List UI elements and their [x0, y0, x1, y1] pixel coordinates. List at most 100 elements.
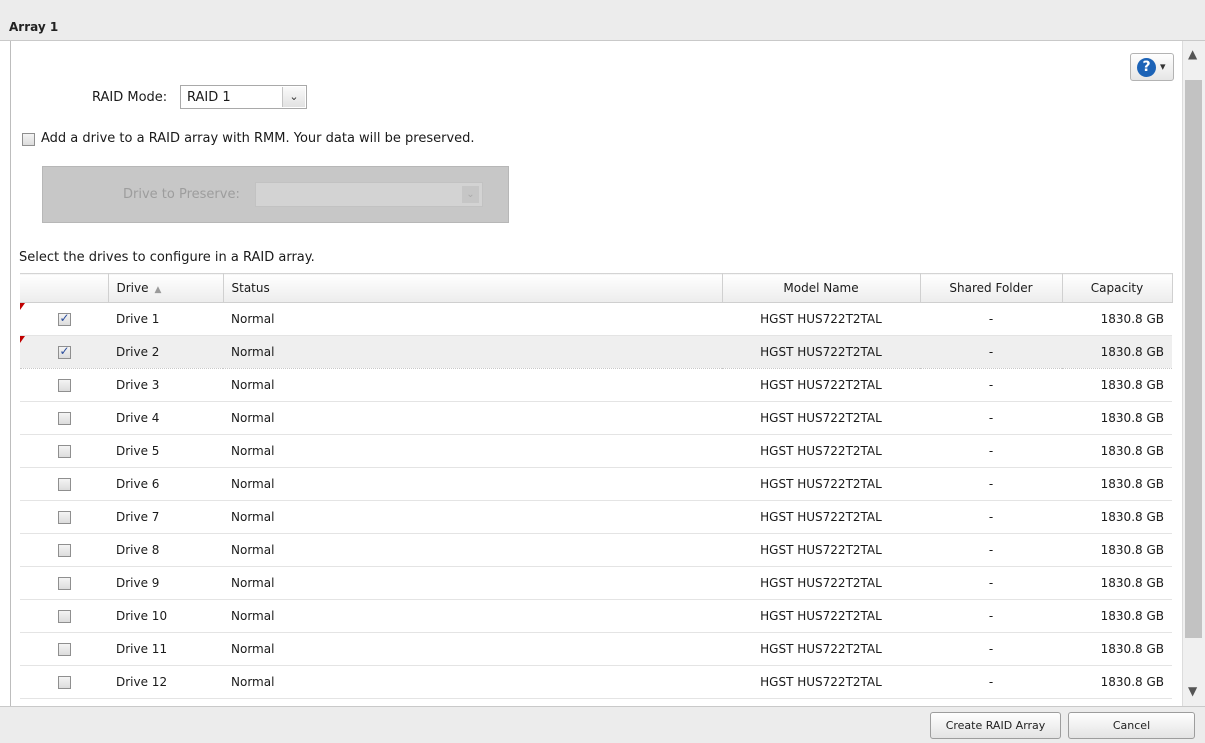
drive-checkbox[interactable]	[57, 643, 71, 656]
column-header-status[interactable]: Status	[223, 273, 723, 303]
rmm-checkbox[interactable]	[22, 133, 35, 146]
table-row[interactable]: Drive 2NormalHGST HUS722T2TAL-1830.8 GB	[20, 335, 1172, 369]
vertical-scrollbar[interactable]: ▲ ▼	[1182, 41, 1205, 706]
drive-checkbox[interactable]	[57, 511, 71, 524]
dialog-title: Array 1	[9, 20, 59, 34]
column-header-shared-folder-label: Shared Folder	[949, 281, 1033, 295]
column-header-status-label: Status	[231, 281, 270, 295]
drive-checkbox[interactable]	[57, 445, 71, 458]
model-cell: HGST HUS722T2TAL	[722, 467, 920, 501]
model-cell: HGST HUS722T2TAL	[722, 368, 920, 402]
drive-checkbox[interactable]	[57, 676, 71, 689]
shared-folder-cell: -	[920, 368, 1062, 402]
row-select-cell	[20, 467, 108, 501]
row-select-cell	[20, 632, 108, 666]
drive-cell: Drive 12	[108, 665, 223, 699]
cancel-button[interactable]: Cancel	[1068, 712, 1195, 739]
help-button[interactable]: ? ▾	[1130, 53, 1174, 81]
table-row[interactable]: Drive 3 Normal HGST HUS722T2TAL -1830.8 GB	[20, 368, 1172, 402]
drive-checkbox[interactable]	[57, 379, 71, 392]
shared-folder-cell: -	[920, 533, 1062, 567]
drive-checkbox[interactable]	[57, 610, 71, 623]
capacity-cell: 1830.8 GB	[1062, 368, 1172, 402]
raid-mode-label: RAID Mode:	[92, 90, 168, 105]
table-row[interactable]: Drive 10 Normal HGST HUS722T2TAL -1830.8 GB	[20, 599, 1172, 633]
table-row[interactable]: Drive 5 Normal HGST HUS722T2TAL -1830.8 GB	[20, 434, 1172, 468]
shared-folder-cell: -	[920, 434, 1062, 468]
status-cell: Normal	[223, 368, 722, 402]
dialog-footer: Create RAID Array Cancel	[0, 706, 1205, 743]
drive-checkbox[interactable]	[57, 412, 71, 425]
capacity-cell: 1830.8 GB	[1062, 335, 1172, 369]
chevron-down-icon: ⌄	[462, 186, 479, 203]
chevron-down-icon: ▾	[1160, 60, 1166, 73]
array-dialog: Array 1 ? ▾ RAID Mode: RAID 1 ⌄ Add a dr…	[0, 0, 1205, 743]
drive-checkbox[interactable]	[57, 478, 71, 491]
table-row[interactable]: Drive 4 Normal HGST HUS722T2TAL -1830.8 GB	[20, 401, 1172, 435]
column-header-shared-folder[interactable]: Shared Folder	[920, 273, 1063, 303]
column-header-select	[20, 273, 109, 303]
capacity-cell: 1830.8 GB	[1062, 500, 1172, 534]
drive-cell: Drive 10	[108, 599, 223, 633]
table-row[interactable]: Drive 12 Normal HGST HUS722T2TAL -1830.8 GB	[20, 665, 1172, 699]
drive-cell: Drive 1	[108, 302, 223, 336]
rmm-label: Add a drive to a RAID array with RMM. Yo…	[41, 131, 475, 146]
model-cell: HGST HUS722T2TAL	[722, 533, 920, 567]
scroll-up-icon[interactable]: ▲	[1188, 47, 1197, 61]
row-select-cell	[20, 434, 108, 468]
modified-flag-icon	[20, 336, 25, 343]
column-header-model-label: Model Name	[783, 281, 859, 295]
drive-cell: Drive 9	[108, 566, 223, 600]
capacity-cell: 1830.8 GB	[1062, 566, 1172, 600]
capacity-cell: 1830.8 GB	[1062, 632, 1172, 666]
drive-cell: Drive 8	[108, 533, 223, 567]
model-cell: HGST HUS722T2TAL	[722, 302, 920, 336]
table-row[interactable]: Drive 1NormalHGST HUS722T2TAL-1830.8 GB	[20, 302, 1172, 336]
drive-checkbox[interactable]	[57, 311, 71, 326]
row-select-cell	[20, 401, 108, 435]
column-header-model[interactable]: Model Name	[722, 273, 921, 303]
status-cell: Normal	[223, 665, 722, 699]
shared-folder-cell: -	[920, 566, 1062, 600]
drive-to-preserve-select[interactable]: ⌄	[255, 182, 483, 207]
drive-checkbox[interactable]	[57, 344, 71, 359]
capacity-cell: 1830.8 GB	[1062, 302, 1172, 336]
drive-cell: Drive 4	[108, 401, 223, 435]
drive-checkbox[interactable]	[57, 544, 71, 557]
table-row[interactable]: Drive 6 Normal HGST HUS722T2TAL -1830.8 GB	[20, 467, 1172, 501]
status-cell: Normal	[223, 566, 722, 600]
row-select-cell	[20, 566, 108, 600]
model-cell: HGST HUS722T2TAL	[722, 632, 920, 666]
table-row[interactable]: Drive 7 Normal HGST HUS722T2TAL -1830.8 GB	[20, 500, 1172, 534]
shared-folder-cell: -	[920, 302, 1062, 336]
shared-folder-cell: -	[920, 335, 1062, 369]
chevron-down-icon: ⌄	[282, 87, 305, 107]
row-select-cell	[20, 665, 108, 699]
status-cell: Normal	[223, 632, 722, 666]
table-row[interactable]: Drive 9 Normal HGST HUS722T2TAL -1830.8 GB	[20, 566, 1172, 600]
row-select-cell	[20, 335, 108, 369]
capacity-cell: 1830.8 GB	[1062, 599, 1172, 633]
status-cell: Normal	[223, 533, 722, 567]
drive-checkbox[interactable]	[57, 577, 71, 590]
shared-folder-cell: -	[920, 401, 1062, 435]
table-row[interactable]: Drive 11 Normal HGST HUS722T2TAL -1830.8 GB	[20, 632, 1172, 666]
scrollbar-thumb[interactable]	[1185, 80, 1202, 638]
column-header-capacity[interactable]: Capacity	[1062, 273, 1173, 303]
table-row[interactable]: Drive 8 Normal HGST HUS722T2TAL -1830.8 GB	[20, 533, 1172, 567]
raid-mode-value: RAID 1	[187, 90, 231, 105]
raid-mode-select[interactable]: RAID 1 ⌄	[180, 85, 307, 109]
status-cell: Normal	[223, 335, 722, 369]
column-header-drive[interactable]: Drive ▲	[108, 273, 224, 303]
model-cell: HGST HUS722T2TAL	[722, 599, 920, 633]
scroll-down-icon[interactable]: ▼	[1188, 684, 1197, 698]
capacity-cell: 1830.8 GB	[1062, 467, 1172, 501]
drive-cell: Drive 6	[108, 467, 223, 501]
sort-ascending-icon: ▲	[154, 285, 162, 295]
model-cell: HGST HUS722T2TAL	[722, 401, 920, 435]
table-header-row: Drive ▲ Status Model Name Shared Folder C…	[20, 273, 1173, 303]
row-select-cell	[20, 368, 108, 402]
create-raid-array-button[interactable]: Create RAID Array	[930, 712, 1061, 739]
column-header-drive-label: Drive	[116, 281, 149, 295]
model-cell: HGST HUS722T2TAL	[722, 335, 920, 369]
